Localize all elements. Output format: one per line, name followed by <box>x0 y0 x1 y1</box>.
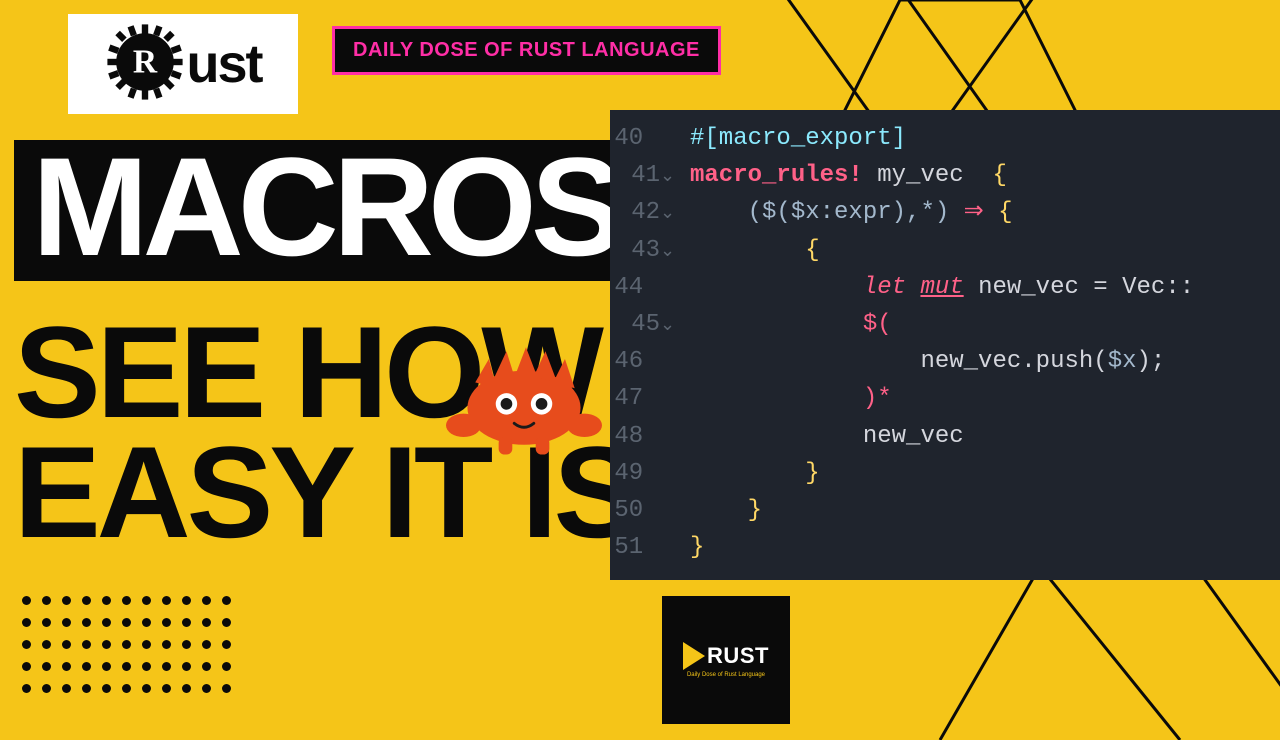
banner: DAILY DOSE OF RUST LANGUAGE <box>332 26 721 75</box>
brand-subtitle: Daily Dose of Rust Language <box>687 672 765 678</box>
svg-text:R: R <box>132 43 157 80</box>
headline-line1: MACROS <box>14 140 636 281</box>
line-number-gutter: 40 41⌄ 42⌄ 43⌄ 44 45⌄ 46 47 48 49 50 51 <box>610 110 680 580</box>
dot-pattern <box>22 596 242 706</box>
ferris-crab-icon <box>446 338 602 458</box>
logo-text: ust <box>187 33 262 95</box>
brand-badge: RUST Daily Dose of Rust Language <box>662 596 790 724</box>
code-editor: 40 41⌄ 42⌄ 43⌄ 44 45⌄ 46 47 48 49 50 51 … <box>610 110 1280 580</box>
triangle-icon <box>683 642 705 670</box>
rust-logo: R ust <box>68 14 298 114</box>
gear-icon: R <box>105 22 185 107</box>
brand-text: RUST <box>707 643 769 669</box>
code-content: #[macro_export] macro_rules! my_vec { ($… <box>680 110 1194 580</box>
